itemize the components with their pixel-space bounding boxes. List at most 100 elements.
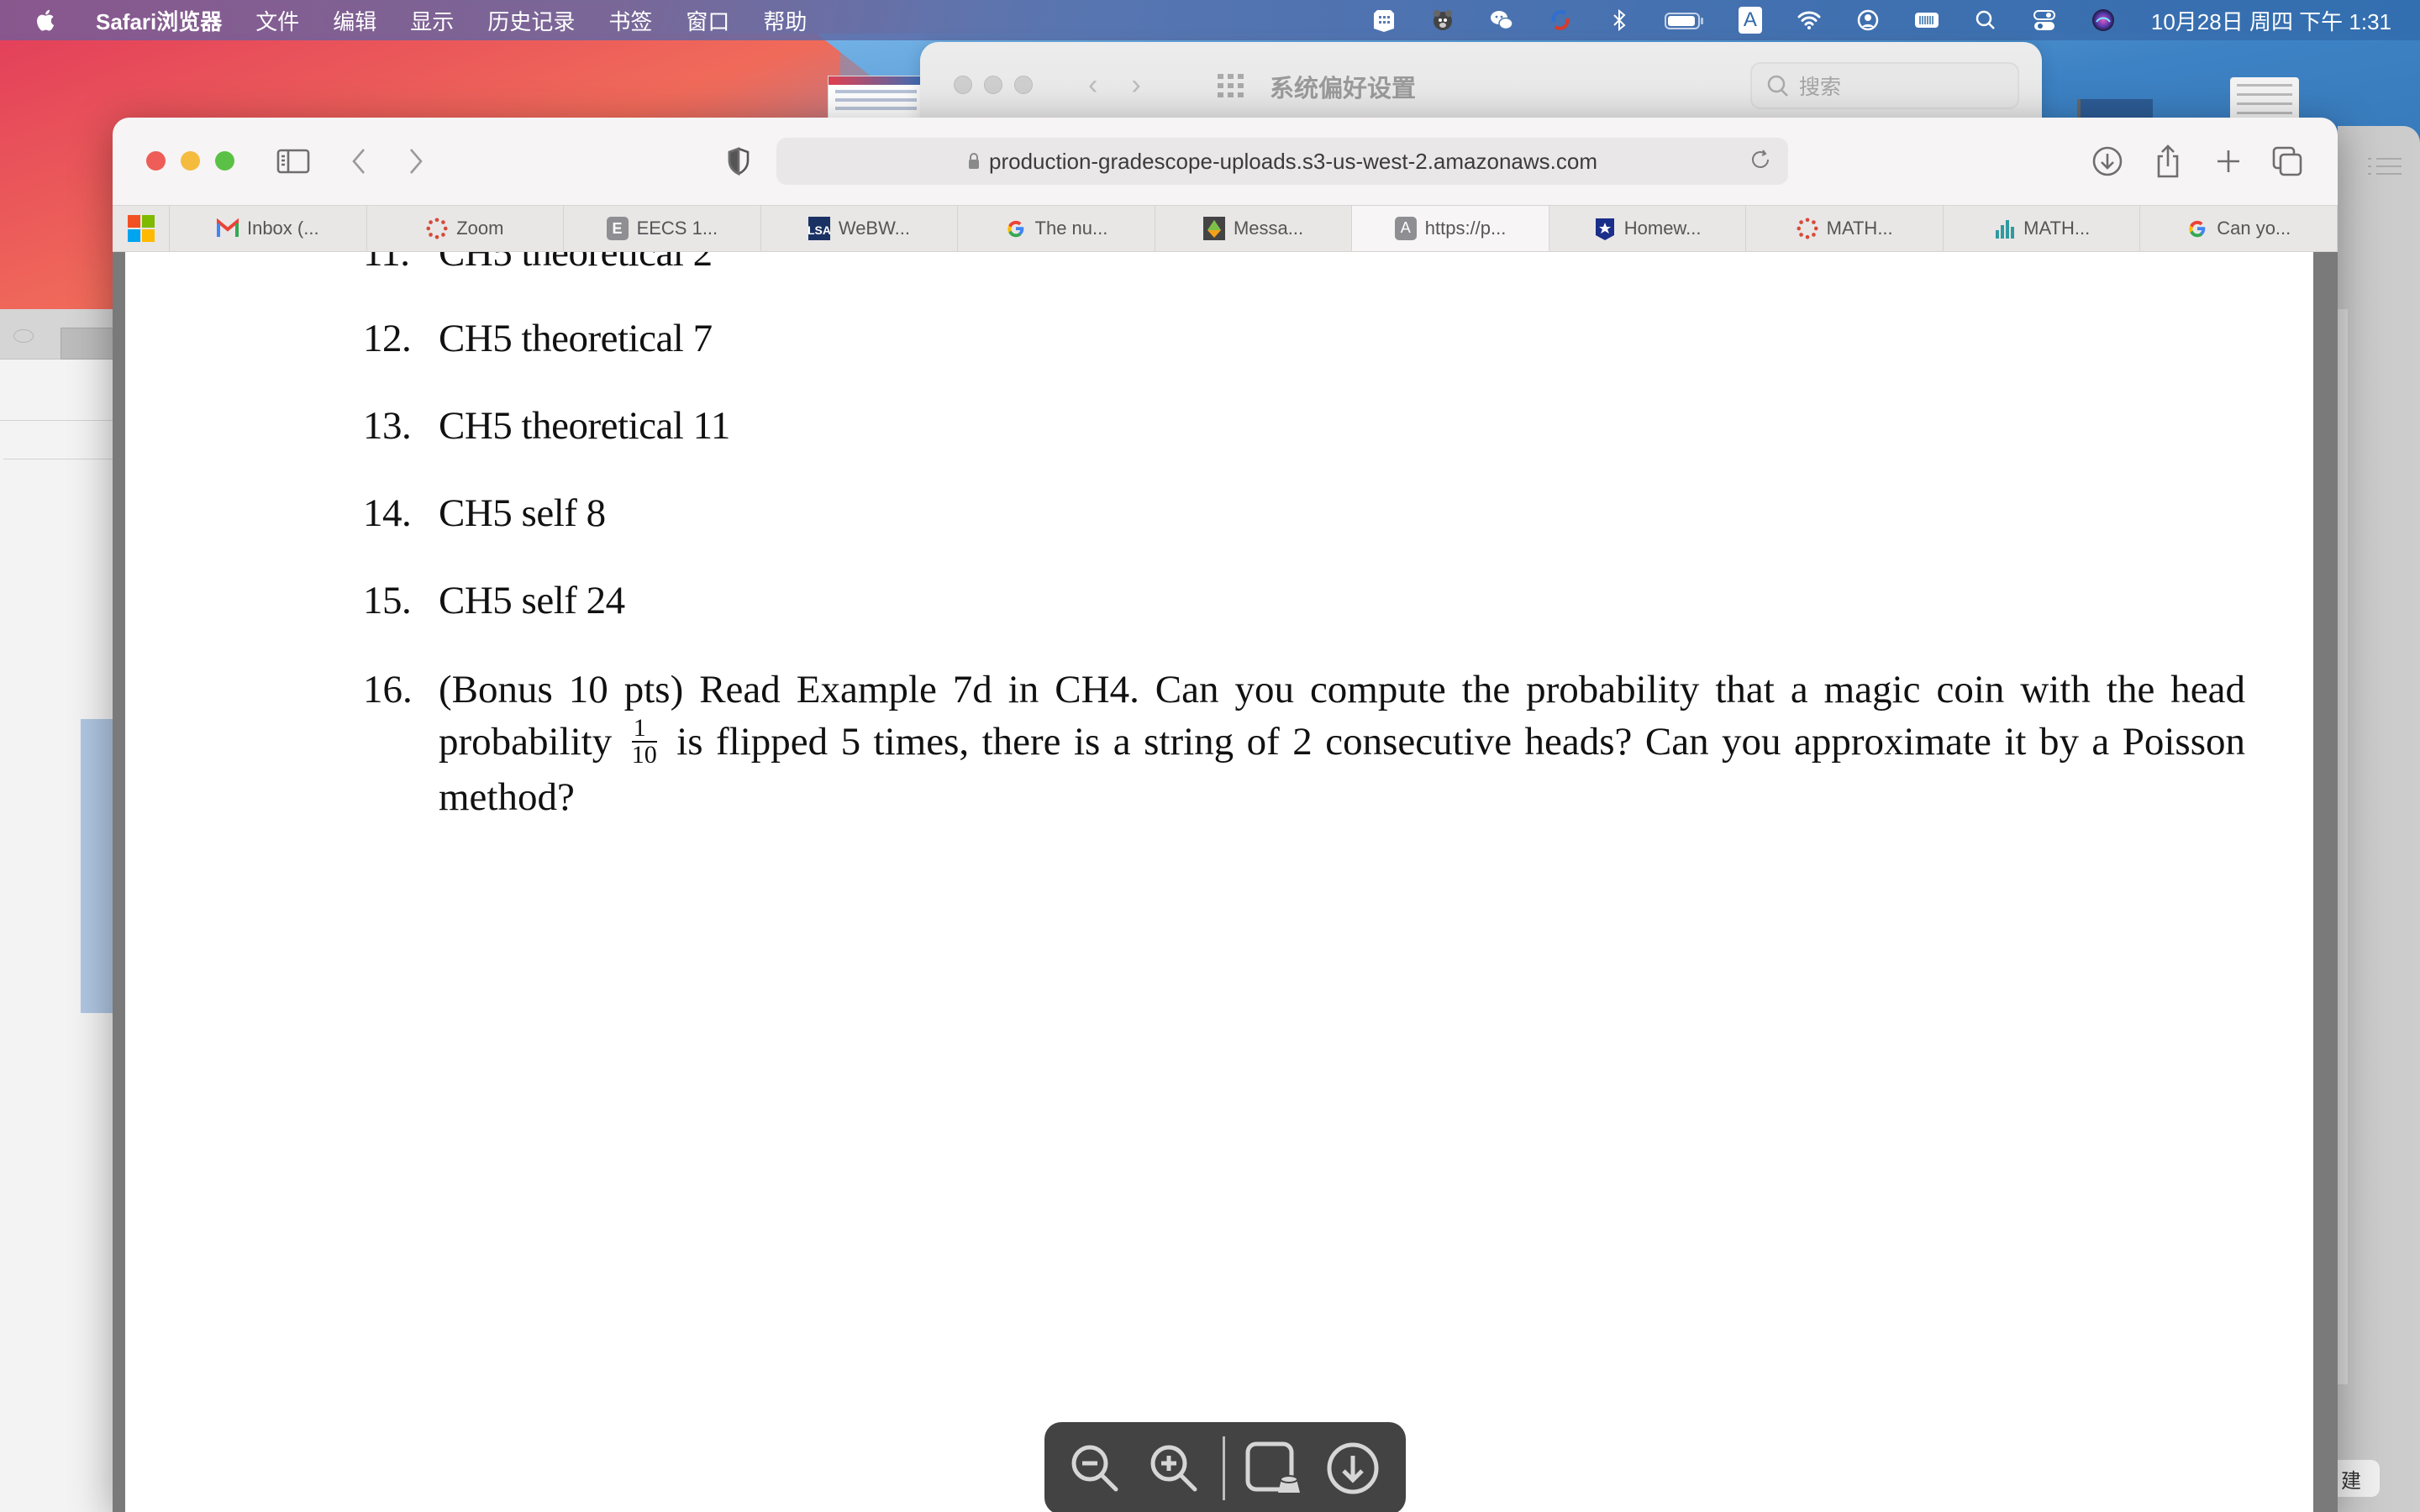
chevron-right-icon bbox=[410, 149, 423, 174]
letter-e-icon: E bbox=[606, 217, 629, 240]
tab-math-canvas[interactable]: MATH... bbox=[1746, 206, 1944, 251]
tab-overview-button[interactable] bbox=[2270, 143, 2304, 180]
tab-label: https://p... bbox=[1424, 217, 1507, 239]
piazza-icon bbox=[1202, 217, 1225, 240]
calendar-icon[interactable] bbox=[1370, 6, 1398, 34]
show-all-grid-icon[interactable] bbox=[1216, 72, 1246, 99]
question-number: 13. bbox=[363, 404, 412, 448]
tab-homework[interactable]: Homew... bbox=[1549, 206, 1747, 251]
fraction: 1 10 bbox=[631, 716, 657, 769]
minimize-button[interactable] bbox=[181, 151, 200, 171]
address-bar[interactable]: production-gradescope-uploads.s3-us-west… bbox=[776, 138, 1788, 185]
bluetooth-icon[interactable] bbox=[1605, 6, 1634, 34]
open-in-preview-button[interactable] bbox=[1244, 1438, 1304, 1499]
back-button[interactable] bbox=[346, 143, 371, 180]
list-icon[interactable] bbox=[2368, 156, 2402, 176]
maximize-button[interactable] bbox=[1014, 76, 1033, 94]
close-button[interactable] bbox=[146, 151, 166, 171]
wifi-icon[interactable] bbox=[1795, 6, 1823, 34]
menu-app-safari[interactable]: Safari浏览器 bbox=[96, 5, 222, 36]
microsoft-logo-icon bbox=[127, 215, 155, 242]
siri-icon[interactable] bbox=[2089, 6, 2118, 34]
input-method-icon[interactable]: A bbox=[1736, 6, 1765, 34]
share-icon bbox=[2157, 144, 2179, 178]
question-text: CH5 theoretical 2 bbox=[439, 252, 713, 275]
tab-gradescope-pdf[interactable]: A https://p... bbox=[1352, 206, 1549, 251]
navigation: ‹ › bbox=[1088, 69, 1141, 102]
menu-edit[interactable]: 编辑 bbox=[333, 5, 376, 36]
question-text: CH5 self 24 bbox=[439, 579, 625, 622]
menu-bar-clock[interactable]: 10月28日 周四 下午 1:31 bbox=[2151, 5, 2391, 36]
share-button[interactable] bbox=[2153, 143, 2183, 180]
question-text-after-fraction: is flipped 5 times, there is a string of… bbox=[439, 720, 2246, 820]
download-icon bbox=[1327, 1442, 1379, 1494]
search-field[interactable]: 搜索 bbox=[1750, 62, 2019, 109]
window-controls bbox=[146, 151, 234, 171]
forward-button[interactable] bbox=[403, 143, 429, 180]
chevron-left-icon bbox=[352, 149, 365, 174]
tab-math-chart[interactable]: MATH... bbox=[1944, 206, 2141, 251]
menu-bookmarks[interactable]: 书签 bbox=[608, 5, 652, 36]
tab-eecs[interactable]: E EECS 1... bbox=[564, 206, 761, 251]
zoom-in-button[interactable] bbox=[1144, 1438, 1204, 1499]
sidebar-toggle-button[interactable] bbox=[276, 143, 311, 180]
menu-window[interactable]: 窗口 bbox=[686, 5, 729, 36]
question-number: 11. bbox=[363, 252, 410, 275]
new-button[interactable]: 建 bbox=[2338, 1460, 2380, 1497]
keyboard-icon[interactable] bbox=[1912, 6, 1941, 34]
menu-help[interactable]: 帮助 bbox=[763, 5, 807, 36]
menu-view[interactable]: 显示 bbox=[410, 5, 454, 36]
question-number: 12. bbox=[363, 317, 412, 360]
apple-logo-icon[interactable] bbox=[35, 7, 59, 34]
privacy-report-button[interactable] bbox=[724, 143, 753, 180]
tab-webwork[interactable]: LSA WeBW... bbox=[761, 206, 959, 251]
question-number: 16. bbox=[363, 668, 413, 711]
tab-label: The nu... bbox=[1034, 218, 1108, 239]
tab-label: WeBW... bbox=[838, 218, 910, 239]
maximize-button[interactable] bbox=[215, 151, 234, 171]
fraction-denominator: 10 bbox=[631, 741, 657, 769]
tab-inbox[interactable]: Inbox (... bbox=[170, 206, 367, 251]
question-text: (Bonus 10 pts) Read Example 7d in CH4. C… bbox=[439, 664, 2245, 823]
spotlight-icon[interactable] bbox=[1971, 6, 2000, 34]
zoom-in-icon bbox=[1150, 1445, 1197, 1492]
umich-canvas-icon bbox=[426, 218, 448, 239]
back-arrow-icon[interactable]: ‹ bbox=[1088, 69, 1097, 102]
battery-icon bbox=[1664, 6, 1706, 34]
menu-history[interactable]: 历史记录 bbox=[487, 5, 575, 36]
search-icon bbox=[1767, 75, 1788, 97]
zoom-out-icon bbox=[1071, 1445, 1118, 1492]
pdf-controls bbox=[1044, 1422, 1406, 1512]
tab-messages[interactable]: Messa... bbox=[1155, 206, 1353, 251]
forward-arrow-icon[interactable]: › bbox=[1131, 69, 1140, 102]
google-icon bbox=[2189, 220, 2206, 238]
reload-icon[interactable] bbox=[1749, 148, 1773, 173]
minimize-button[interactable] bbox=[984, 76, 1002, 94]
download-button[interactable] bbox=[1323, 1438, 1383, 1499]
tab-the-nu[interactable]: The nu... bbox=[958, 206, 1155, 251]
new-tab-button[interactable] bbox=[2213, 143, 2244, 180]
tab-zoom[interactable]: Zoom bbox=[367, 206, 565, 251]
tab-label: Homew... bbox=[1623, 218, 1702, 239]
shield-star-icon bbox=[1595, 218, 1614, 240]
tab-label: EECS 1... bbox=[636, 218, 718, 239]
tab-label: MATH... bbox=[2023, 218, 2091, 239]
sync-icon[interactable] bbox=[1546, 6, 1575, 34]
tab-label: Inbox (... bbox=[246, 218, 319, 239]
question-text: CH5 self 8 bbox=[439, 491, 606, 535]
bear-icon[interactable] bbox=[1428, 6, 1457, 34]
control-center-icon[interactable] bbox=[2030, 6, 2059, 34]
start-page-button[interactable] bbox=[113, 206, 170, 251]
close-button[interactable] bbox=[954, 76, 972, 94]
menu-file[interactable]: 文件 bbox=[255, 5, 299, 36]
tab-can-you[interactable]: Can yo... bbox=[2140, 206, 2338, 251]
sidebar-icon bbox=[276, 149, 310, 174]
downloads-button[interactable] bbox=[2091, 143, 2124, 180]
wechat-icon[interactable] bbox=[1487, 6, 1516, 34]
tab-label: Can yo... bbox=[2217, 218, 2291, 239]
zoom-out-button[interactable] bbox=[1065, 1438, 1125, 1499]
window-title: 系统偏好设置 bbox=[1270, 76, 1417, 102]
pdf-page: 11. CH5 theoretical 2 12. CH5 theoretica… bbox=[125, 252, 2313, 1512]
user-icon[interactable] bbox=[1854, 6, 1882, 34]
umich-canvas-icon bbox=[1797, 218, 1818, 239]
